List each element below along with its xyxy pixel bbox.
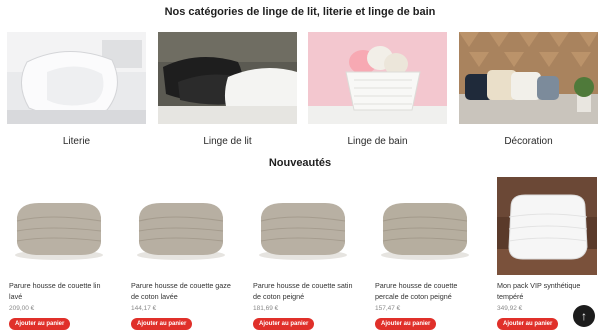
- add-to-cart-button[interactable]: Ajouter au panier: [9, 318, 71, 330]
- product-name[interactable]: Mon pack VIP synthétique tempéré: [497, 280, 597, 302]
- category-label[interactable]: Literie: [7, 136, 146, 147]
- category-card-literie[interactable]: Literie: [7, 32, 146, 147]
- product-price: 181,69 €: [253, 305, 279, 312]
- product-card[interactable]: Parure housse de couette satin de coton …: [253, 177, 353, 330]
- scroll-to-top-button[interactable]: ↑: [573, 305, 595, 327]
- product-price: 144,17 €: [131, 305, 157, 312]
- add-to-cart-button[interactable]: Ajouter au panier: [497, 318, 559, 330]
- category-image-decoration[interactable]: [459, 32, 598, 124]
- categories-title: Nos catégories de linge de lit, literie …: [164, 6, 436, 18]
- product-image[interactable]: [497, 177, 597, 275]
- product-image[interactable]: [253, 177, 353, 275]
- category-image-linge-de-bain[interactable]: [308, 32, 447, 124]
- category-card-linge-de-bain[interactable]: Linge de bain: [308, 32, 447, 147]
- product-name[interactable]: Parure housse de couette percale de coto…: [375, 280, 475, 302]
- add-to-cart-button[interactable]: Ajouter au panier: [131, 318, 193, 330]
- product-price: 209,00 €: [9, 305, 35, 312]
- add-to-cart-button[interactable]: Ajouter au panier: [253, 318, 315, 330]
- product-card[interactable]: Parure housse de couette lin lavé 209,00…: [9, 177, 109, 330]
- category-image-linge-de-lit[interactable]: [158, 32, 297, 124]
- product-price: 157,47 €: [375, 305, 401, 312]
- category-label[interactable]: Décoration: [459, 136, 598, 147]
- category-image-literie[interactable]: [7, 32, 146, 124]
- category-card-linge-de-lit[interactable]: Linge de lit: [158, 32, 297, 147]
- category-label[interactable]: Linge de bain: [308, 136, 447, 147]
- product-name[interactable]: Parure housse de couette satin de coton …: [253, 280, 353, 302]
- product-name[interactable]: Parure housse de couette lin lavé: [9, 280, 109, 302]
- add-to-cart-button[interactable]: Ajouter au panier: [375, 318, 437, 330]
- product-card[interactable]: Parure housse de couette gaze de coton l…: [131, 177, 231, 330]
- arrow-up-icon: ↑: [581, 309, 587, 323]
- new-products-title: Nouveautés: [268, 157, 332, 169]
- product-image[interactable]: [9, 177, 109, 275]
- product-name[interactable]: Parure housse de couette gaze de coton l…: [131, 280, 231, 302]
- product-image[interactable]: [375, 177, 475, 275]
- product-image[interactable]: [131, 177, 231, 275]
- category-label[interactable]: Linge de lit: [158, 136, 297, 147]
- product-card[interactable]: Parure housse de couette percale de coto…: [375, 177, 475, 330]
- category-card-decoration[interactable]: Décoration: [459, 32, 598, 147]
